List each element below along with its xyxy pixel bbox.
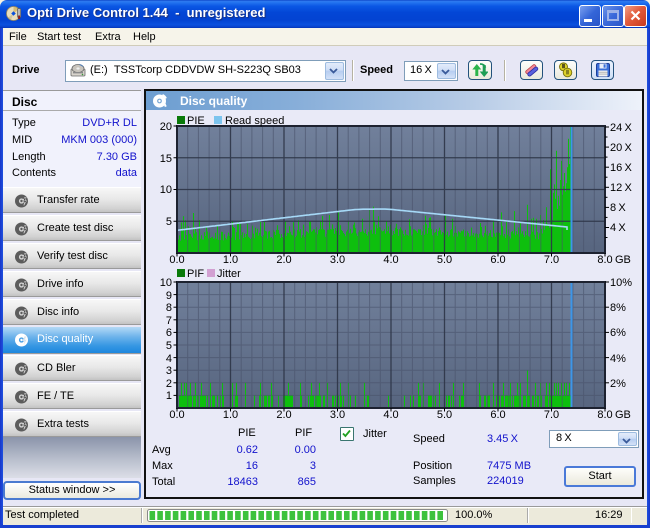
svg-text:1.0: 1.0 [223, 409, 238, 421]
svg-text:24 X: 24 X [610, 122, 632, 134]
svg-text:2%: 2% [610, 378, 626, 390]
svg-text:4.0: 4.0 [383, 254, 398, 266]
svg-text:0.0: 0.0 [169, 254, 184, 266]
svg-text:20 X: 20 X [610, 142, 632, 154]
svg-text:5.0: 5.0 [437, 409, 452, 421]
svg-text:8 X: 8 X [610, 202, 626, 214]
svg-text:1.0: 1.0 [223, 254, 238, 266]
svg-text:3: 3 [166, 365, 172, 377]
svg-text:8.0: 8.0 [597, 254, 612, 266]
svg-text:Read speed: Read speed [225, 115, 284, 127]
svg-text:4%: 4% [610, 353, 626, 365]
svg-text:2.0: 2.0 [276, 254, 291, 266]
svg-text:Jitter: Jitter [217, 268, 241, 280]
svg-text:6: 6 [166, 327, 172, 339]
svg-text:4.0: 4.0 [383, 409, 398, 421]
svg-text:PIE: PIE [187, 115, 205, 127]
svg-text:6.0: 6.0 [490, 254, 505, 266]
svg-text:8.0: 8.0 [597, 409, 612, 421]
svg-text:GB: GB [615, 254, 631, 266]
svg-text:8: 8 [166, 302, 172, 314]
svg-text:1: 1 [166, 390, 172, 402]
svg-text:10: 10 [160, 184, 172, 196]
svg-text:2: 2 [166, 378, 172, 390]
svg-text:15: 15 [160, 153, 172, 165]
svg-text:5.0: 5.0 [437, 254, 452, 266]
svg-text:9: 9 [166, 290, 172, 302]
svg-text:2.0: 2.0 [276, 409, 291, 421]
svg-text:7.0: 7.0 [544, 409, 559, 421]
svg-text:8%: 8% [610, 302, 626, 314]
svg-text:5: 5 [166, 216, 172, 228]
svg-text:10%: 10% [610, 277, 632, 289]
svg-text:12 X: 12 X [610, 182, 632, 194]
svg-text:6.0: 6.0 [490, 409, 505, 421]
svg-text:7.0: 7.0 [544, 254, 559, 266]
svg-text:5: 5 [166, 340, 172, 352]
svg-text:GB: GB [615, 409, 631, 421]
svg-text:7: 7 [166, 315, 172, 327]
svg-text:PIF: PIF [187, 268, 204, 280]
svg-text:0.0: 0.0 [169, 409, 184, 421]
svg-text:4 X: 4 X [610, 222, 626, 234]
svg-text:3.0: 3.0 [330, 409, 345, 421]
svg-text:4: 4 [166, 353, 172, 365]
svg-text:3.0: 3.0 [330, 254, 345, 266]
svg-text:20: 20 [160, 121, 172, 133]
svg-text:10: 10 [160, 277, 172, 289]
svg-text:16 X: 16 X [610, 162, 632, 174]
svg-text:6%: 6% [610, 327, 626, 339]
